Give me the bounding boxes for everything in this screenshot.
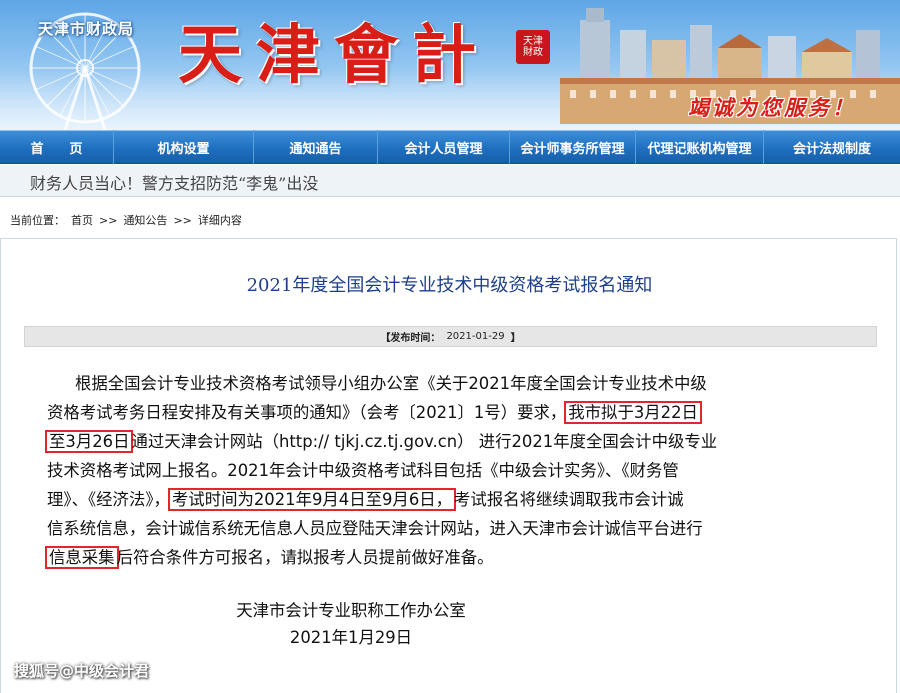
- publish-label: 【发布时间：: [380, 333, 441, 344]
- body-line: 至3月26日 通过天津会计网站（http:// tjkj.cz.tj.gov.cn…: [45, 427, 857, 456]
- body-line: 根据全国会计专业技术资格考试领导小组办公室《关于2021年度全国会计专业技术中级: [75, 374, 707, 393]
- article-title: 2021年度全国会计专业技术中级资格考试报名通知: [246, 275, 653, 296]
- site-banner: 天津市财政局 天津會計 天津財政 竭诚为您服务！: [0, 0, 900, 130]
- body-line: 技术资格考试网上报名。2021年会计中级资格考试科目包括《中级会计实务》、《财务…: [47, 461, 679, 480]
- body-line: 信系统信息，会计诚信系统无信息人员应登陆天津会计网站，进入天津市会计诚信平台进行: [47, 519, 703, 538]
- highlight-box: 考试时间为2021年9月4日至9月6日，: [167, 488, 457, 511]
- body-line: 资格考试考务日程安排及有关事项的通知》（会考〔2021〕1号）要求， 我市拟于3月…: [47, 398, 857, 427]
- publish-close: 】: [510, 333, 521, 344]
- source-watermark: 搜狐号@中级会计君: [14, 662, 150, 680]
- highlight-box: 至3月26日: [45, 430, 134, 453]
- publish-date-bar: 【发布时间： 2021-01-29 】: [24, 326, 877, 347]
- nav-item-bookkeeping-agencies[interactable]: 代理记账机构管理: [636, 130, 764, 164]
- red-seal-stamp: 天津財政: [516, 30, 550, 64]
- signature-date: 2021年1月29日: [289, 628, 413, 647]
- breadcrumb-separator: >>: [99, 213, 118, 227]
- nav-item-accountant-management[interactable]: 会计人员管理: [378, 130, 510, 164]
- breadcrumb-home[interactable]: 首页: [71, 212, 93, 228]
- nav-item-notices[interactable]: 通知通告: [254, 130, 378, 164]
- breadcrumb: 当前位置： 首页 >> 通知公告 >> 详细内容: [10, 212, 242, 228]
- main-nav: 首 页 机构设置 通知通告 会计人员管理 会计师事务所管理 代理记账机构管理 会…: [0, 130, 900, 164]
- article-body: 根据全国会计专业技术资格考试领导小组办公室《关于2021年度全国会计专业技术中级…: [45, 369, 857, 572]
- ticker-headline[interactable]: 财务人员当心！警方支招防范“李鬼”出没: [30, 170, 318, 194]
- body-line: 信息采集 后符合条件方可报名，请拟报考人员提前做好准备。: [45, 543, 857, 572]
- nav-item-regulations[interactable]: 会计法规制度: [764, 130, 900, 164]
- breadcrumb-notices[interactable]: 通知公告: [123, 212, 167, 228]
- highlight-box: 我市拟于3月22日: [564, 401, 702, 424]
- highlight-box: 信息采集: [45, 546, 119, 569]
- signature-org: 天津市会计专业职称工作办公室: [236, 601, 466, 620]
- site-logo-title: 天津會計: [178, 18, 490, 93]
- nav-item-firm-management[interactable]: 会计师事务所管理: [510, 130, 636, 164]
- nav-item-organization[interactable]: 机构设置: [114, 130, 254, 164]
- service-slogan: 竭诚为您服务！: [688, 95, 856, 120]
- article-panel: 2021年度全国会计专业技术中级资格考试报名通知 【发布时间： 2021-01-…: [0, 238, 897, 693]
- breadcrumb-separator: >>: [173, 213, 192, 227]
- breadcrumb-current: 详细内容: [197, 214, 242, 227]
- nav-item-home[interactable]: 首 页: [0, 130, 114, 164]
- body-line: 理》、《经济法》， 考试时间为2021年9月4日至9月6日， 考试报名将继续调取我市…: [47, 488, 684, 511]
- publish-date: 2021-01-29: [446, 331, 505, 342]
- news-ticker: 财务人员当心！警方支招防范“李鬼”出没: [0, 165, 900, 197]
- department-name: 天津市财政局: [38, 20, 135, 38]
- breadcrumb-prefix: 当前位置：: [10, 214, 65, 227]
